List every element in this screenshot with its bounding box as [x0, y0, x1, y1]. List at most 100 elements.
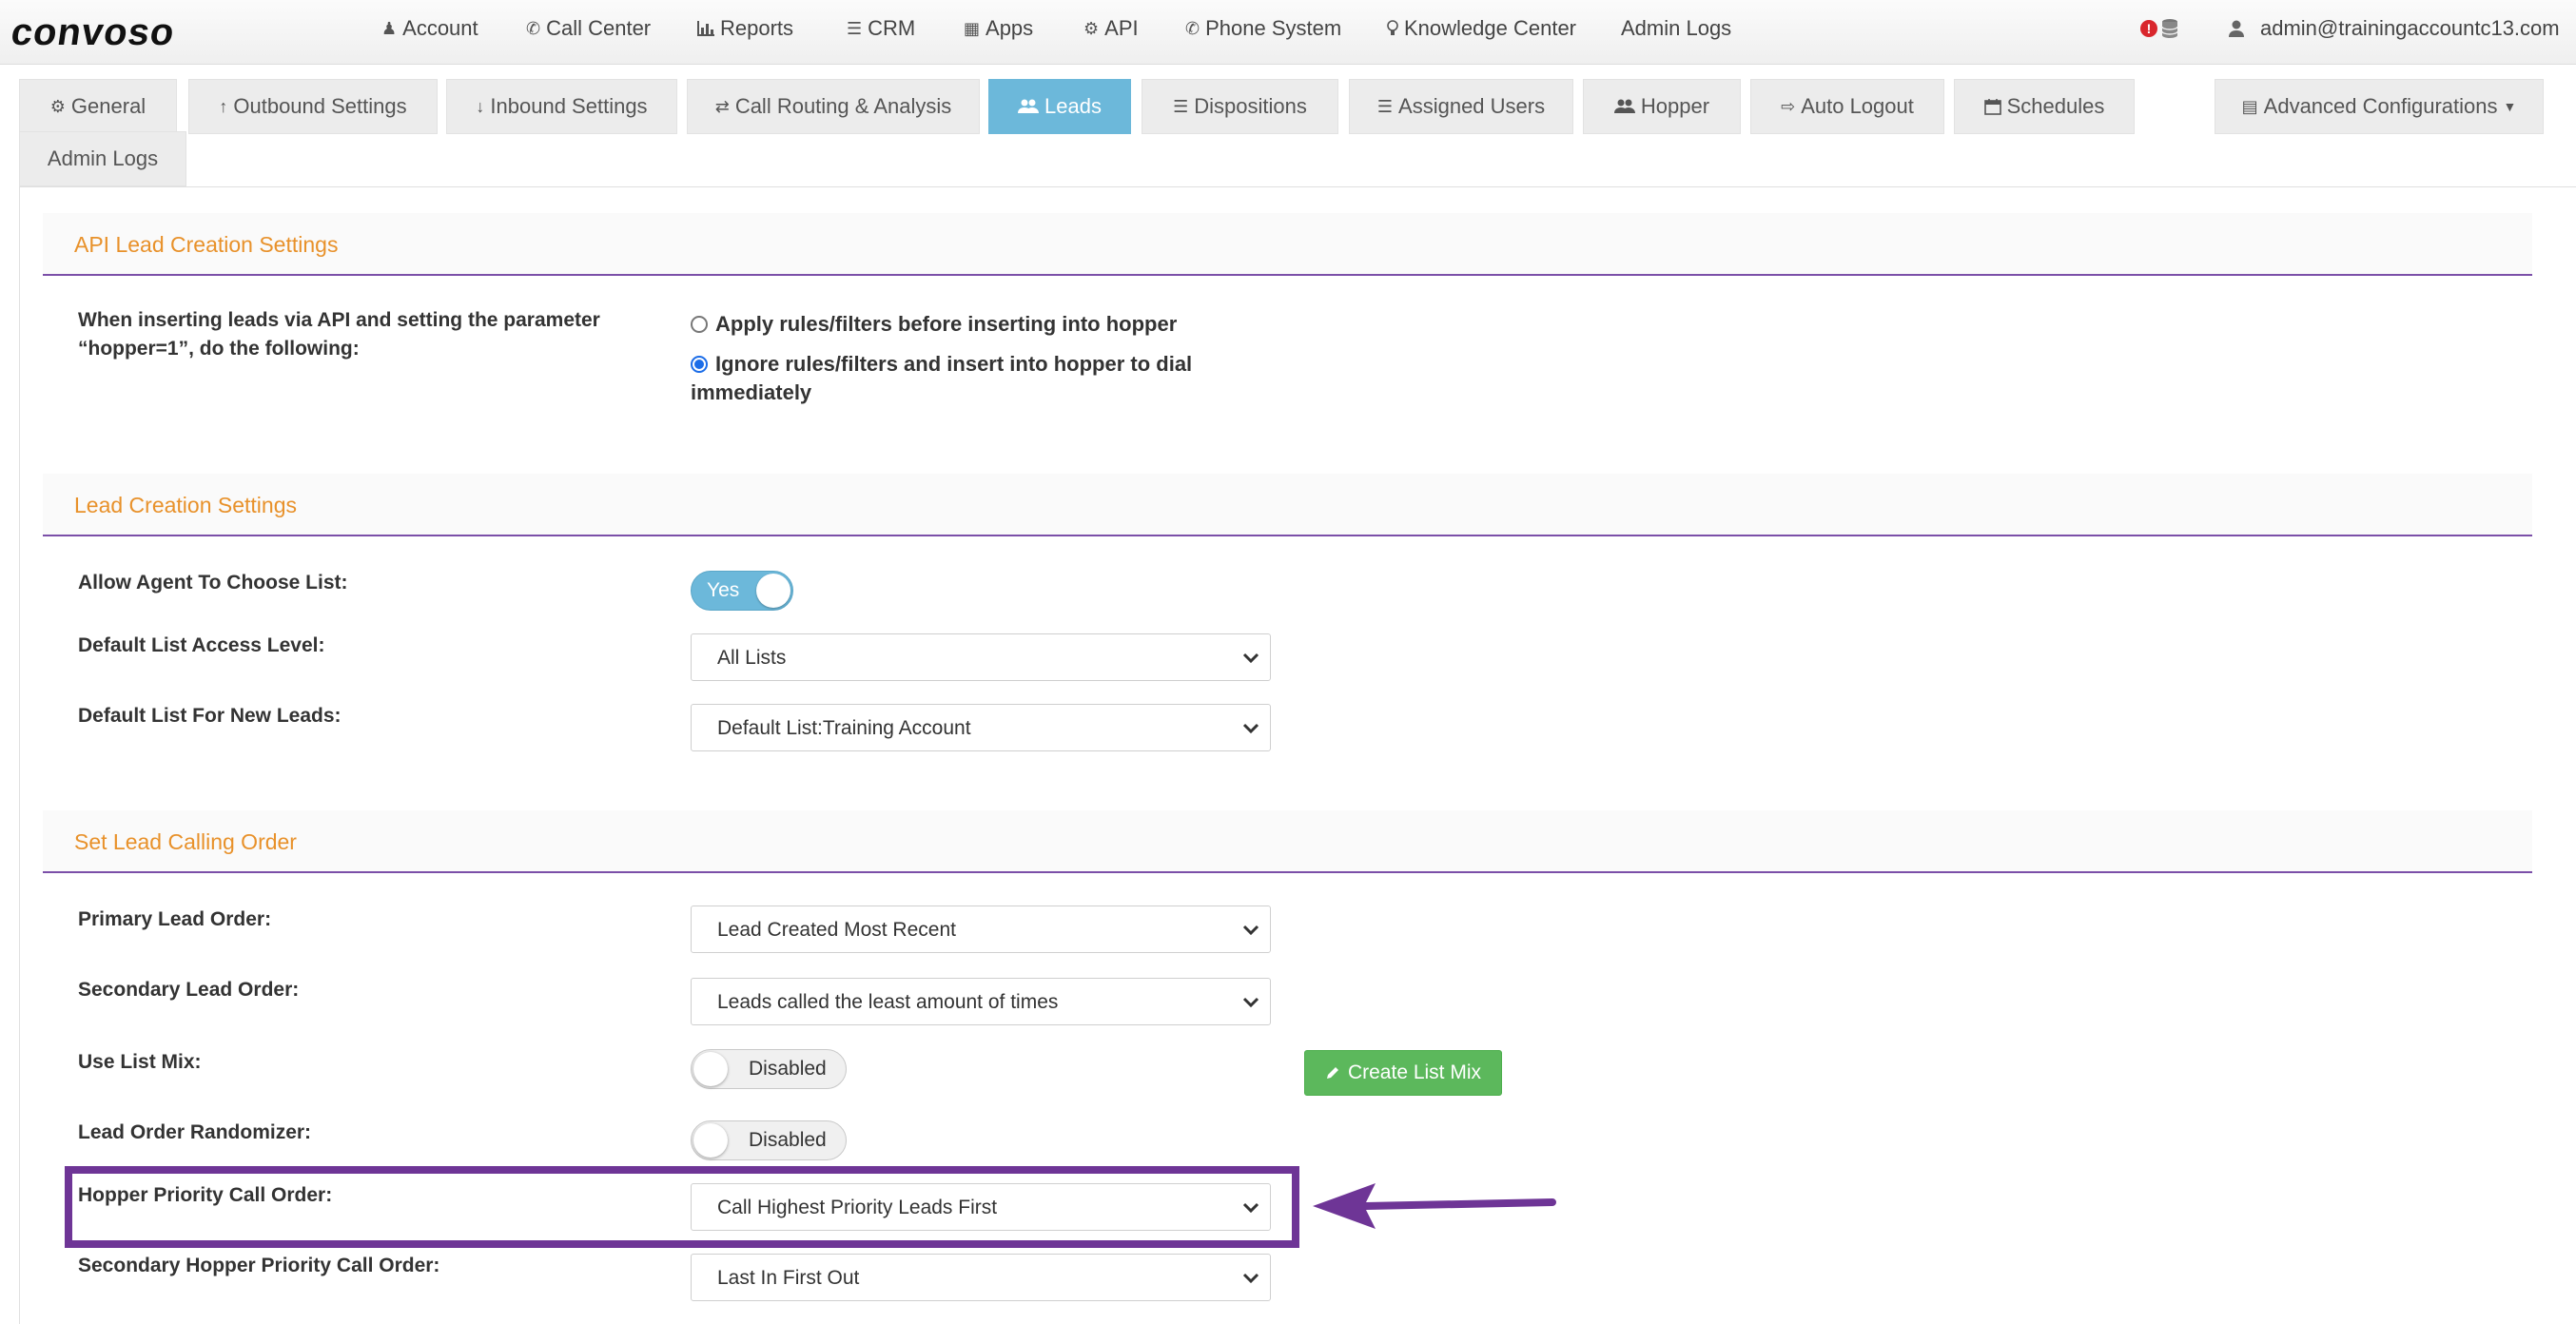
- radio-apply-rules[interactable]: Apply rules/filters before inserting int…: [691, 310, 1177, 339]
- nav-crm[interactable]: ☰ CRM: [847, 16, 915, 41]
- user-icon: [2229, 20, 2244, 37]
- gear-icon: ⚙: [1083, 18, 1100, 38]
- create-list-mix-button[interactable]: Create List Mix: [1304, 1050, 1502, 1096]
- nav-crm-label: CRM: [868, 16, 916, 40]
- nav-call-center[interactable]: ✆ Call Center: [526, 16, 651, 41]
- toggle-knob: [693, 1052, 728, 1086]
- chevron-down-icon: [1242, 1273, 1259, 1284]
- select-value: All Lists: [717, 647, 787, 669]
- tab-dispositions[interactable]: ☰ Dispositions: [1142, 79, 1338, 134]
- tab-hopper-label: Hopper: [1640, 94, 1710, 118]
- tab-general[interactable]: ⚙ General: [19, 79, 177, 134]
- toggle-state: Yes: [707, 579, 740, 601]
- nav-phone-system-label: Phone System: [1205, 16, 1342, 40]
- list-icon: ☰: [847, 18, 863, 38]
- radio-button[interactable]: [691, 316, 708, 333]
- section-title: Set Lead Calling Order: [74, 829, 297, 854]
- radio-ignore-rules-label: Ignore rules/filters and insert into hop…: [691, 352, 1193, 404]
- randomizer-label: Lead Order Randomizer:: [78, 1121, 312, 1143]
- tab-general-label: General: [70, 94, 146, 118]
- default-list-select[interactable]: Default List:Training Account: [691, 704, 1271, 751]
- toggle-state: Disabled: [749, 1129, 827, 1151]
- users-icon: [1018, 99, 1040, 113]
- gears-icon: ⚙: [49, 96, 66, 116]
- tab-inbound-settings[interactable]: ↓ Inbound Settings: [446, 79, 677, 134]
- tab-outbound-settings-label: Outbound Settings: [233, 94, 407, 118]
- annotation-highlight-box: [65, 1166, 1299, 1248]
- nav-phone-system[interactable]: ✆ Phone System: [1185, 16, 1341, 41]
- create-list-mix-label: Create List Mix: [1347, 1061, 1482, 1083]
- tab-dispositions-label: Dispositions: [1194, 94, 1307, 118]
- list-mix-toggle[interactable]: Disabled: [691, 1049, 847, 1089]
- secondary-order-select[interactable]: Leads called the least amount of times: [691, 978, 1271, 1025]
- tab-leads-label: Leads: [1044, 94, 1102, 118]
- arrow-up-icon: ↑: [219, 96, 228, 116]
- user-menu[interactable]: admin@trainingaccountc13.com: [2260, 16, 2560, 41]
- tab-call-routing-analysis[interactable]: ⇄ Call Routing & Analysis: [687, 79, 980, 134]
- secondary-hopper-select[interactable]: Last In First Out: [691, 1254, 1271, 1301]
- nav-account[interactable]: ♟ Account: [381, 16, 478, 41]
- alert-icon[interactable]: !: [2140, 20, 2157, 37]
- select-value: Default List:Training Account: [717, 717, 971, 739]
- select-value: Leads called the least amount of times: [717, 991, 1059, 1013]
- nav-reports-label: Reports: [720, 16, 794, 40]
- chevron-down-icon: [1242, 997, 1259, 1008]
- randomizer-toggle[interactable]: Disabled: [691, 1120, 847, 1160]
- sign-out-icon: ⇨: [1781, 96, 1796, 116]
- select-value: Last In First Out: [717, 1267, 860, 1289]
- nav-apps[interactable]: ▦ Apps: [964, 16, 1033, 41]
- nav-knowledge-center[interactable]: Knowledge Center: [1387, 16, 1576, 41]
- nav-admin-logs-label: Admin Logs: [1621, 16, 1732, 40]
- tab-schedules-label: Schedules: [2006, 94, 2105, 118]
- tab-leads[interactable]: Leads: [988, 79, 1131, 134]
- tab-auto-logout[interactable]: ⇨ Auto Logout: [1750, 79, 1944, 134]
- chevron-down-icon: [1242, 723, 1259, 734]
- tab-outbound-settings[interactable]: ↑ Outbound Settings: [188, 79, 438, 134]
- primary-order-label: Primary Lead Order:: [78, 908, 272, 930]
- nav-reports[interactable]: Reports: [697, 16, 793, 41]
- tab-advanced-configurations-label: Advanced Configurations: [2263, 94, 2498, 118]
- secondary-hopper-label: Secondary Hopper Priority Call Order:: [78, 1255, 440, 1276]
- chevron-down-icon: [1242, 652, 1259, 664]
- chevron-down-icon: [1242, 925, 1259, 936]
- tab-advanced-configurations[interactable]: ▤ Advanced Configurations ▼: [2215, 79, 2544, 134]
- nav-admin-logs[interactable]: Admin Logs: [1621, 16, 1731, 41]
- phone-icon: ✆: [1185, 18, 1200, 38]
- user-icon: ♟: [381, 18, 398, 38]
- grid-icon: ▦: [964, 18, 981, 38]
- secondary-order-label: Secondary Lead Order:: [78, 979, 300, 1001]
- section-title: Lead Creation Settings: [74, 493, 297, 517]
- radio-button-selected[interactable]: [691, 356, 708, 373]
- tab-inbound-settings-label: Inbound Settings: [490, 94, 648, 118]
- nav-api[interactable]: ⚙ API: [1083, 16, 1139, 41]
- shuffle-icon: ⇄: [714, 96, 730, 116]
- default-list-label: Default List For New Leads:: [78, 705, 342, 727]
- toggle-state: Disabled: [749, 1058, 827, 1080]
- radio-ignore-rules[interactable]: Ignore rules/filters and insert into hop…: [691, 350, 1223, 407]
- convoso-logo[interactable]: convoso: [9, 11, 178, 54]
- tab-schedules[interactable]: Schedules: [1954, 79, 2135, 134]
- toggle-knob: [756, 574, 790, 608]
- annotation-arrow-icon: [1313, 1183, 1556, 1229]
- nav-account-label: Account: [402, 16, 478, 40]
- section-title: API Lead Creation Settings: [74, 232, 339, 257]
- nav-apps-label: Apps: [986, 16, 1034, 40]
- tab-admin-logs[interactable]: Admin Logs: [19, 131, 186, 186]
- bar-chart-icon: [697, 21, 714, 36]
- database-icon[interactable]: [2161, 18, 2178, 39]
- section-lead-creation: Lead Creation Settings: [43, 474, 2532, 536]
- primary-order-select[interactable]: Lead Created Most Recent: [691, 905, 1271, 953]
- allow-agent-toggle[interactable]: Yes: [691, 571, 793, 611]
- list-alt-icon: ▤: [2241, 96, 2258, 116]
- default-access-select[interactable]: All Lists: [691, 633, 1271, 681]
- pencil-icon: [1326, 1067, 1338, 1079]
- calendar-icon: [1983, 99, 2001, 115]
- tab-assigned-users[interactable]: ☰ Assigned Users: [1349, 79, 1573, 134]
- section-lead-calling-order: Set Lead Calling Order: [43, 810, 2532, 873]
- tab-auto-logout-label: Auto Logout: [1801, 94, 1914, 118]
- allow-agent-label: Allow Agent To Choose List:: [78, 572, 348, 594]
- tab-hopper[interactable]: Hopper: [1583, 79, 1741, 134]
- tab-call-routing-analysis-label: Call Routing & Analysis: [734, 94, 952, 118]
- phone-icon: ✆: [526, 18, 541, 38]
- nav-knowledge-center-label: Knowledge Center: [1404, 16, 1577, 40]
